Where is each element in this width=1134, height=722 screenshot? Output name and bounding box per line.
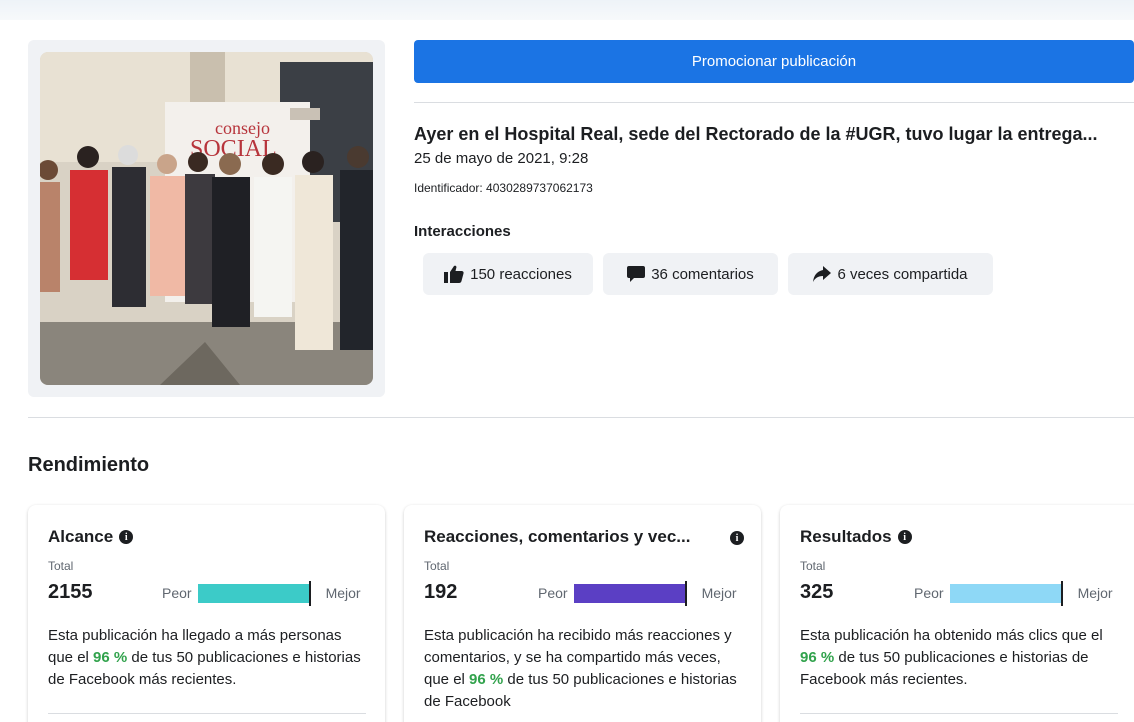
reactions-count: 150 reacciones: [470, 265, 572, 283]
metric-title-text: Alcance: [48, 527, 114, 546]
interactions-heading: Interacciones: [414, 223, 511, 240]
percentile-value: 96 %: [469, 671, 504, 688]
comments-chip[interactable]: 36 comentarios: [603, 253, 778, 295]
info-icon[interactable]: i: [730, 531, 744, 545]
total-label: Total: [424, 559, 450, 573]
reactions-chip[interactable]: 150 reacciones: [423, 253, 593, 295]
metric-value: 192: [424, 581, 458, 603]
metric-title: Reacciones, comentarios y vec... i: [424, 527, 744, 547]
worse-label: Peor: [538, 585, 568, 601]
thumbs-up-icon: [444, 265, 464, 283]
percentile-bar-fill: [573, 583, 685, 603]
better-label: Mejor: [325, 585, 361, 601]
percentile-marker: [308, 580, 311, 606]
info-icon[interactable]: i: [897, 530, 912, 544]
metric-title-text: Resultados: [800, 527, 892, 546]
percentile-bar-fill: [949, 583, 1061, 603]
svg-text:consejo: consejo: [215, 118, 270, 138]
post-photo[interactable]: consejo SOCIAL: [40, 52, 373, 385]
percentile-bar-row: Peor Mejor: [162, 580, 361, 606]
percentile-value: 96 %: [800, 649, 835, 666]
metric-value: 325: [800, 581, 834, 603]
metric-description: Esta publicación ha recibido más reaccio…: [424, 625, 746, 713]
percentile-bar-row: Peor Mejor: [538, 580, 737, 606]
better-label: Mejor: [701, 585, 737, 601]
metric-description: Esta publicación ha llegado a más person…: [48, 625, 370, 691]
better-label: Mejor: [1077, 585, 1113, 601]
metric-title: Alcance i: [48, 527, 134, 547]
shares-chip[interactable]: 6 veces compartida: [788, 253, 993, 295]
shares-count: 6 veces compartida: [837, 265, 968, 283]
post-id: Identificador: 4030289737062173: [414, 181, 593, 195]
post-date: 25 de mayo de 2021, 9:28: [414, 150, 589, 167]
comment-icon: [627, 265, 646, 283]
total-label: Total: [48, 559, 74, 573]
promote-post-button[interactable]: Promocionar publicación: [414, 40, 1134, 83]
metric-title-text: Reacciones, comentarios y vec...: [424, 527, 691, 546]
performance-heading: Rendimiento: [28, 454, 150, 476]
percentile-value: 96 %: [93, 649, 128, 666]
post-title[interactable]: Ayer en el Hospital Real, sede del Recto…: [414, 124, 1130, 145]
percentile-bar-fill: [197, 583, 309, 603]
section-divider: [28, 417, 1134, 418]
comments-count: 36 comentarios: [651, 265, 754, 283]
divider: [48, 713, 366, 714]
percentile-bar-row: Peor Mejor: [914, 580, 1113, 606]
divider: [414, 102, 1134, 103]
percentile-marker: [684, 580, 687, 606]
description-text: Esta publicación ha obtenido más clics q…: [800, 627, 1103, 644]
post-photo-image: consejo SOCIAL: [40, 52, 373, 385]
top-strip: [0, 0, 1134, 20]
share-arrow-icon: [813, 266, 832, 282]
percentile-bar: [949, 580, 1066, 606]
metric-description: Esta publicación ha obtenido más clics q…: [800, 625, 1122, 691]
percentile-marker: [1060, 580, 1063, 606]
worse-label: Peor: [162, 585, 192, 601]
metric-value: 2155: [48, 581, 93, 603]
metric-card-results: Resultados i Total 325 Peor Mejor Esta p…: [780, 505, 1134, 722]
divider: [800, 713, 1118, 714]
metric-card-reach: Alcance i Total 2155 Peor Mejor Esta pub…: [28, 505, 385, 722]
percentile-bar: [573, 580, 690, 606]
info-icon[interactable]: i: [119, 530, 134, 544]
worse-label: Peor: [914, 585, 944, 601]
description-text: de tus 50 publicaciones e historias de F…: [800, 649, 1089, 688]
post-thumbnail-card: consejo SOCIAL: [28, 40, 385, 397]
percentile-bar: [197, 580, 314, 606]
total-label: Total: [800, 559, 826, 573]
metric-title: Resultados i: [800, 527, 912, 547]
metric-card-engagement: Reacciones, comentarios y vec... i Total…: [404, 505, 761, 722]
